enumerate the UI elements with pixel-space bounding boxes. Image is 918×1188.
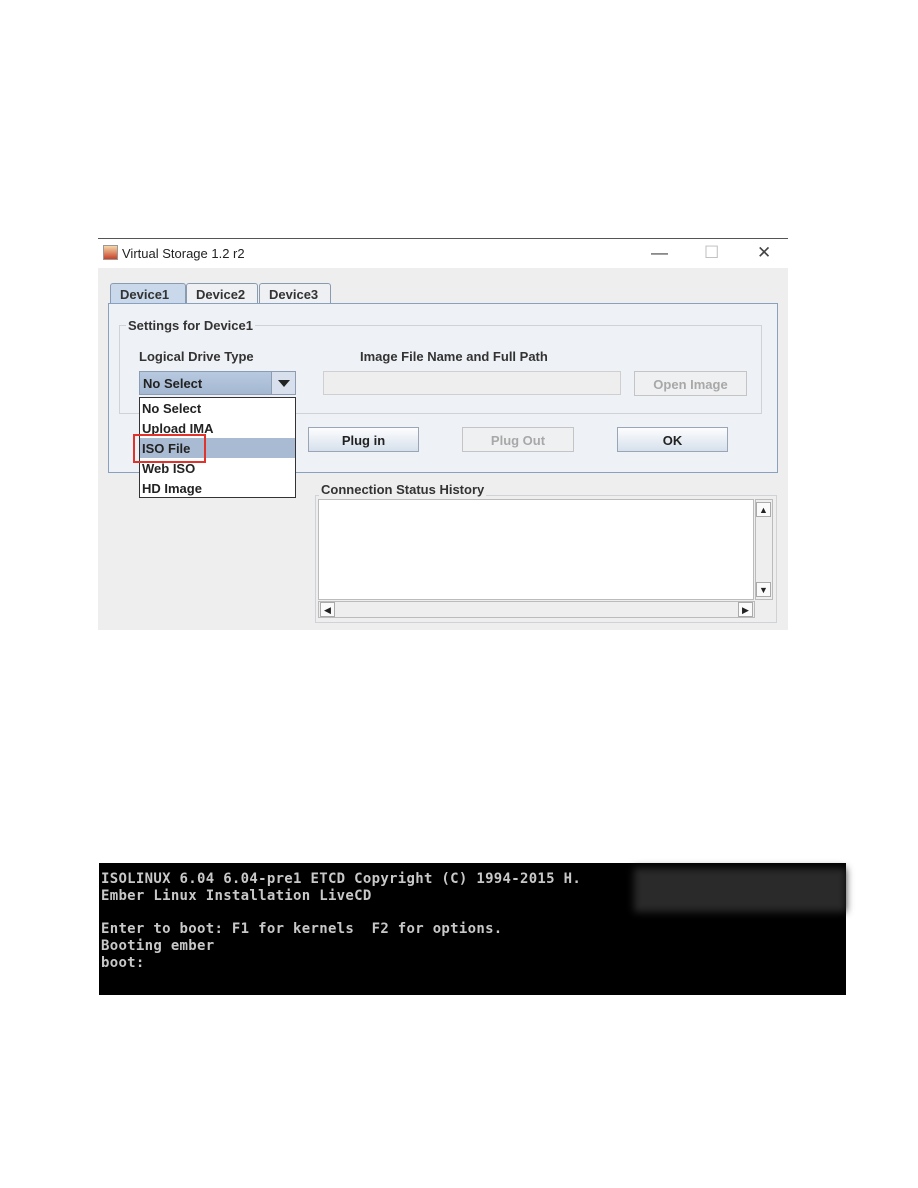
image-path-input[interactable]	[323, 371, 621, 395]
open-image-button[interactable]: Open Image	[634, 371, 747, 396]
scroll-up-icon[interactable]: ▲	[756, 502, 771, 517]
title-bar: Virtual Storage 1.2 r2 — ☐ ✕	[98, 239, 788, 268]
horizontal-scrollbar[interactable]: ◀ ▶	[318, 601, 755, 618]
plug-in-button[interactable]: Plug in	[308, 427, 419, 452]
virtual-storage-window: Virtual Storage 1.2 r2 — ☐ ✕ Device1 Dev…	[98, 238, 788, 630]
vertical-scrollbar[interactable]: ▲ ▼	[755, 499, 773, 600]
option-no-select[interactable]: No Select	[140, 398, 295, 418]
console-line: Enter to boot: F1 for kernels F2 for opt…	[101, 921, 503, 937]
document-page: Virtual Storage 1.2 r2 — ☐ ✕ Device1 Dev…	[0, 0, 918, 1188]
tab-device2[interactable]: Device2	[186, 283, 258, 304]
settings-group-label: Settings for Device1	[126, 318, 255, 333]
drive-type-combo[interactable]: No Select	[139, 371, 296, 395]
console-line: ISOLINUX 6.04 6.04-pre1 ETCD Copyright (…	[101, 871, 582, 887]
java-app-icon	[103, 245, 118, 260]
drive-type-label: Logical Drive Type	[139, 349, 254, 364]
drive-type-value: No Select	[143, 376, 203, 391]
plug-out-button[interactable]: Plug Out	[462, 427, 574, 452]
status-group-label: Connection Status History	[319, 482, 487, 497]
option-hd-image[interactable]: HD Image	[140, 478, 295, 498]
status-history-area[interactable]	[318, 499, 754, 600]
scroll-left-icon[interactable]: ◀	[320, 602, 335, 617]
boot-console: ISOLINUX 6.04 6.04-pre1 ETCD Copyright (…	[99, 863, 846, 995]
scroll-right-icon[interactable]: ▶	[738, 602, 753, 617]
scroll-down-icon[interactable]: ▼	[756, 582, 771, 597]
maximize-button[interactable]: ☐	[704, 243, 719, 263]
console-prompt[interactable]: boot:	[101, 955, 145, 971]
console-line: Ember Linux Installation LiveCD	[101, 888, 372, 904]
tab-device3[interactable]: Device3	[259, 283, 331, 304]
console-line: Booting ember	[101, 938, 215, 954]
window-title: Virtual Storage 1.2 r2	[122, 246, 245, 261]
close-button[interactable]: ✕	[757, 243, 771, 263]
minimize-button[interactable]: —	[651, 243, 668, 263]
chevron-down-icon[interactable]	[271, 372, 295, 394]
redacted-region	[634, 868, 846, 912]
tab-device1[interactable]: Device1	[110, 283, 186, 304]
ok-button[interactable]: OK	[617, 427, 728, 452]
highlight-box	[133, 434, 206, 463]
image-path-label: Image File Name and Full Path	[360, 349, 548, 364]
